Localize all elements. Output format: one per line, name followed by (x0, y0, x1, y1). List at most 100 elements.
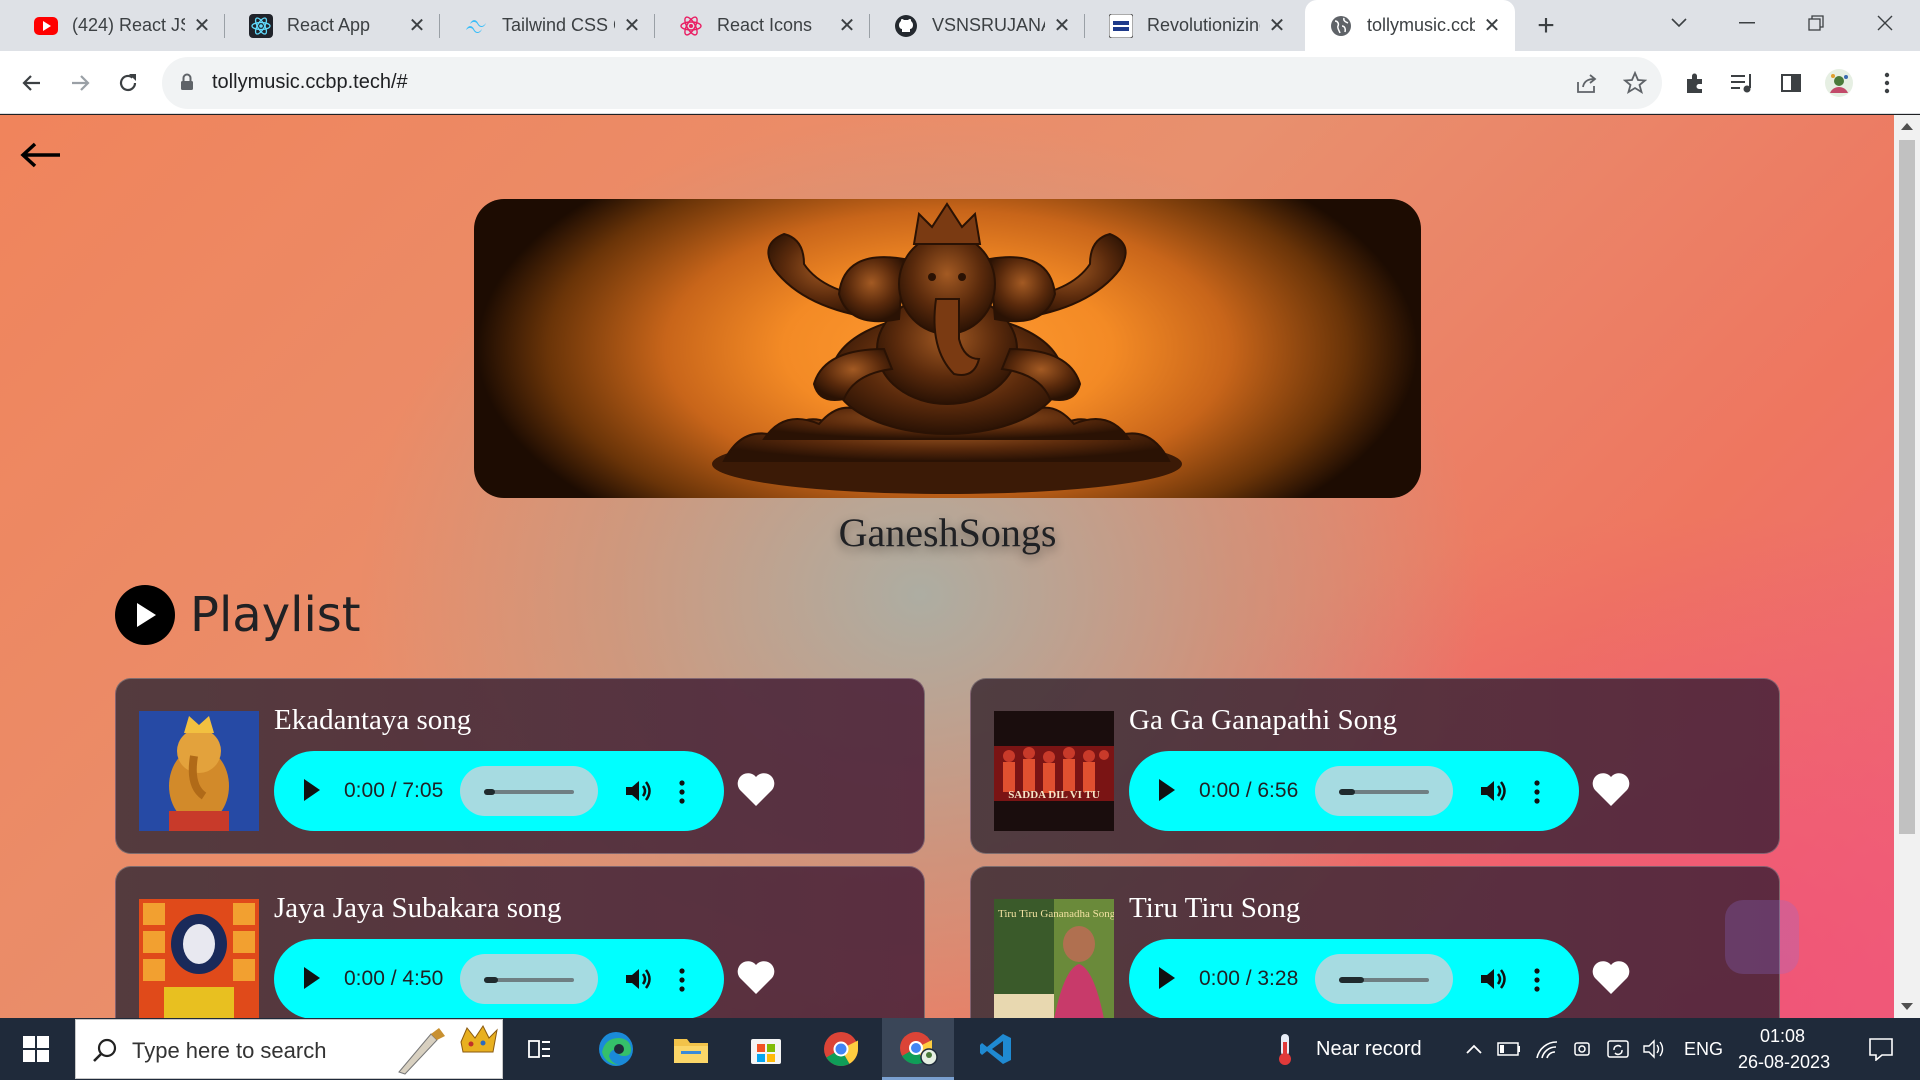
ganesha-statue-illustration (712, 202, 1182, 494)
seek-progress (1339, 977, 1364, 983)
heart-icon[interactable] (736, 772, 776, 808)
github-icon (894, 14, 918, 38)
wifi-icon[interactable] (1534, 1018, 1560, 1080)
seek-slider[interactable] (460, 954, 598, 1004)
search-placeholder: Type here to search (132, 1038, 327, 1063)
page-scrollbar[interactable] (1894, 115, 1920, 1018)
scrollbar-thumb[interactable] (1899, 140, 1915, 834)
browser-tab-active[interactable]: tollymusic.ccbp ✕ (1305, 0, 1515, 51)
url-text[interactable]: tollymusic.ccbp.tech/# (212, 71, 408, 94)
play-all-button[interactable] (115, 585, 175, 645)
reload-button[interactable] (108, 63, 148, 103)
scroll-down-arrow[interactable] (1901, 1003, 1913, 1010)
volume-icon[interactable] (624, 966, 652, 992)
task-view-icon[interactable] (515, 1018, 567, 1080)
minimize-button[interactable] (1724, 8, 1770, 38)
address-bar[interactable]: tollymusic.ccbp.tech/# (162, 57, 1662, 109)
windows-taskbar: Type here to search Near record ENG 01:0… (0, 1018, 1920, 1080)
weather-text[interactable]: Near record (1316, 1038, 1422, 1061)
restore-button[interactable] (1793, 8, 1839, 38)
file-explorer-icon[interactable] (665, 1018, 717, 1080)
seek-slider[interactable] (460, 766, 598, 816)
audio-player: 0:00 / 3:28 (1129, 939, 1579, 1018)
react-icons-icon (679, 14, 703, 38)
microsoft-store-icon[interactable] (740, 1018, 792, 1080)
clock-time[interactable]: 01:08 (1760, 1026, 1805, 1047)
browser-tab[interactable]: Tailwind CSS Cl ✕ (440, 0, 655, 51)
volume-icon[interactable] (1479, 966, 1507, 992)
more-options-icon[interactable] (679, 780, 685, 804)
vscode-icon[interactable] (968, 1018, 1024, 1080)
close-tab-icon[interactable]: ✕ (191, 15, 213, 37)
close-tab-icon[interactable]: ✕ (1051, 15, 1073, 37)
volume-icon[interactable] (1479, 778, 1507, 804)
browser-tab[interactable]: (424) React JS I ✕ (10, 0, 225, 51)
tray-overflow-chevron-icon[interactable] (1462, 1018, 1486, 1080)
notification-center-icon[interactable] (1856, 1018, 1906, 1080)
weather-icon[interactable] (1268, 1018, 1302, 1080)
song-title: Ekadantaya song (274, 704, 472, 736)
forward-button[interactable] (60, 63, 100, 103)
audio-player: 0:00 / 7:05 (274, 751, 724, 831)
audio-player: 0:00 / 4:50 (274, 939, 724, 1018)
scroll-up-arrow[interactable] (1901, 123, 1913, 130)
close-tab-icon[interactable]: ✕ (621, 15, 643, 37)
speaker-icon[interactable] (1640, 1018, 1668, 1080)
heart-icon[interactable] (736, 960, 776, 996)
heart-icon[interactable] (1591, 960, 1631, 996)
browser-tab[interactable]: VSNSRUJANA1 ✕ (870, 0, 1085, 51)
profile-avatar[interactable] (1824, 68, 1854, 98)
heart-icon[interactable] (1591, 772, 1631, 808)
meet-now-icon[interactable] (1570, 1018, 1596, 1080)
globe-icon (1329, 14, 1353, 38)
extensions-icon[interactable] (1680, 68, 1710, 98)
play-icon[interactable] (304, 967, 320, 989)
floating-widget-button[interactable] (1725, 900, 1799, 974)
tab-title: React App (287, 15, 371, 35)
back-button[interactable] (12, 63, 52, 103)
new-tab-button[interactable]: + (1530, 9, 1562, 42)
browser-tab[interactable]: React Icons ✕ (655, 0, 870, 51)
volume-icon[interactable] (624, 778, 652, 804)
play-icon[interactable] (304, 779, 320, 801)
nxtwave-icon (1109, 13, 1133, 38)
browser-toolbar: tollymusic.ccbp.tech/# (0, 51, 1920, 114)
play-icon[interactable] (1159, 967, 1175, 989)
more-options-icon[interactable] (1534, 968, 1540, 992)
seek-progress (484, 977, 498, 983)
start-button[interactable] (8, 1018, 64, 1080)
tab-strip: (424) React JS I ✕ React App ✕ Tailwind … (0, 0, 1920, 51)
side-panel-icon[interactable] (1776, 68, 1806, 98)
bookmark-star-icon[interactable] (1622, 70, 1648, 96)
playlist-header: Playlist (115, 585, 361, 645)
song-thumbnail: SADDA DIL VI TU (994, 711, 1114, 831)
taskbar-search-input[interactable]: Type here to search (75, 1019, 503, 1079)
song-card: Jaya Jaya Subakara song 0:00 / 4:50 (115, 866, 925, 1018)
clock-date[interactable]: 26-08-2023 (1738, 1052, 1830, 1073)
chrome-profile-icon-active[interactable] (882, 1018, 954, 1080)
sync-icon[interactable] (1604, 1018, 1632, 1080)
tab-search-icon[interactable] (1656, 8, 1702, 38)
seek-slider[interactable] (1315, 766, 1453, 816)
chrome-menu-icon[interactable] (1872, 68, 1902, 98)
browser-tab[interactable]: Revolutionizing ✕ (1085, 0, 1300, 51)
browser-tab[interactable]: React App ✕ (225, 0, 440, 51)
seek-slider[interactable] (1315, 954, 1453, 1004)
play-icon[interactable] (1159, 779, 1175, 801)
media-control-icon[interactable] (1728, 68, 1758, 98)
close-window-button[interactable] (1862, 8, 1908, 38)
more-options-icon[interactable] (679, 968, 685, 992)
tab-title: React Icons (717, 15, 813, 35)
edge-browser-icon[interactable] (590, 1018, 642, 1080)
close-tab-icon[interactable]: ✕ (836, 15, 858, 37)
back-arrow-icon[interactable] (20, 140, 62, 170)
close-tab-icon[interactable]: ✕ (406, 15, 428, 37)
close-tab-icon[interactable]: ✕ (1481, 15, 1503, 37)
language-indicator[interactable]: ENG (1684, 1039, 1723, 1060)
chrome-icon[interactable] (815, 1018, 867, 1080)
close-tab-icon[interactable]: ✕ (1266, 15, 1288, 37)
battery-icon[interactable] (1496, 1018, 1522, 1080)
more-options-icon[interactable] (1534, 780, 1540, 804)
share-icon[interactable] (1574, 70, 1600, 96)
song-thumbnail (139, 899, 259, 1018)
